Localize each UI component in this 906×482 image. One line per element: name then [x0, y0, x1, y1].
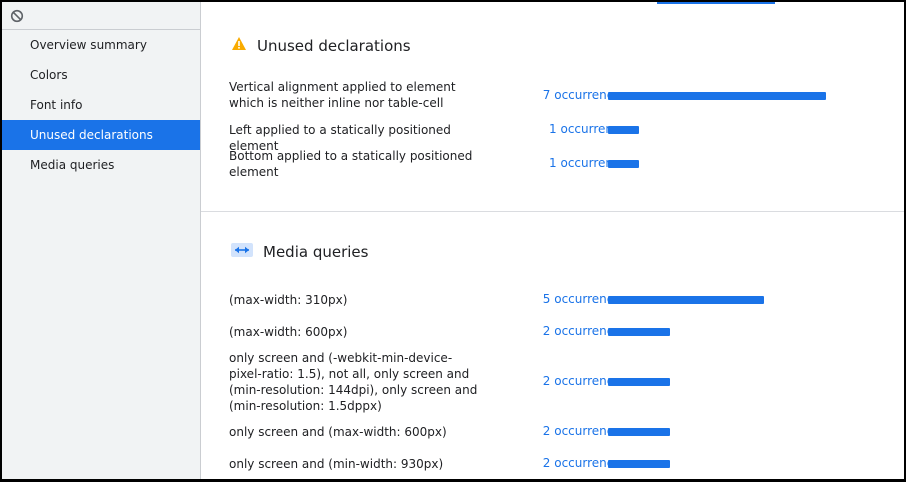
- section-divider: [201, 211, 904, 212]
- occurrence-bar: [608, 296, 764, 304]
- occurrence-bar: [608, 328, 670, 336]
- declaration-label: Vertical alignment applied to element wh…: [229, 80, 456, 110]
- section-title-media-queries: Media queries: [231, 243, 368, 261]
- warning-icon: [231, 36, 247, 55]
- media-query-label: (max-width: 310px): [229, 293, 348, 307]
- occurrence-bar: [608, 460, 670, 468]
- sidebar-item-label: Colors: [30, 68, 68, 82]
- sidebar-item-label: Overview summary: [30, 38, 147, 52]
- occurrence-bar: [608, 378, 670, 386]
- section-title-text: Unused declarations: [257, 36, 411, 55]
- media-query-label: only screen and (-webkit-min-device-pixe…: [229, 351, 478, 413]
- main-content: Unused declarations Vertical alignment a…: [201, 2, 904, 479]
- css-overview-panel: Overview summary Colors Font info Unused…: [0, 0, 906, 482]
- scroll-indicator: [657, 2, 775, 4]
- sidebar-item-label: Unused declarations: [30, 128, 153, 142]
- media-query-label: only screen and (max-width: 600px): [229, 425, 447, 439]
- sidebar-toolbar: [2, 2, 200, 30]
- sidebar-item-label: Media queries: [30, 158, 115, 172]
- block-icon[interactable]: [10, 9, 24, 23]
- section-title-text: Media queries: [263, 243, 369, 261]
- sidebar-item-unused-declarations[interactable]: Unused declarations: [2, 120, 200, 150]
- declaration-label: Bottom applied to a statically positione…: [229, 149, 473, 179]
- sidebar-item-media-queries[interactable]: Media queries: [2, 150, 200, 180]
- occurrence-bar: [608, 160, 639, 168]
- sidebar: Overview summary Colors Font info Unused…: [2, 2, 201, 479]
- sidebar-item-colors[interactable]: Colors: [2, 60, 200, 90]
- occurrence-bar: [608, 428, 670, 436]
- sidebar-item-label: Font info: [30, 98, 83, 112]
- media-query-label: (max-width: 600px): [229, 325, 348, 339]
- section-title-unused-declarations: Unused declarations: [231, 36, 411, 55]
- sidebar-item-overview-summary[interactable]: Overview summary: [2, 30, 200, 60]
- occurrence-bar: [608, 126, 639, 134]
- occurrence-bar: [608, 92, 826, 100]
- sidebar-item-font-info[interactable]: Font info: [2, 90, 200, 120]
- media-query-label: only screen and (min-width: 930px): [229, 457, 444, 471]
- resize-horizontal-icon: [231, 243, 253, 261]
